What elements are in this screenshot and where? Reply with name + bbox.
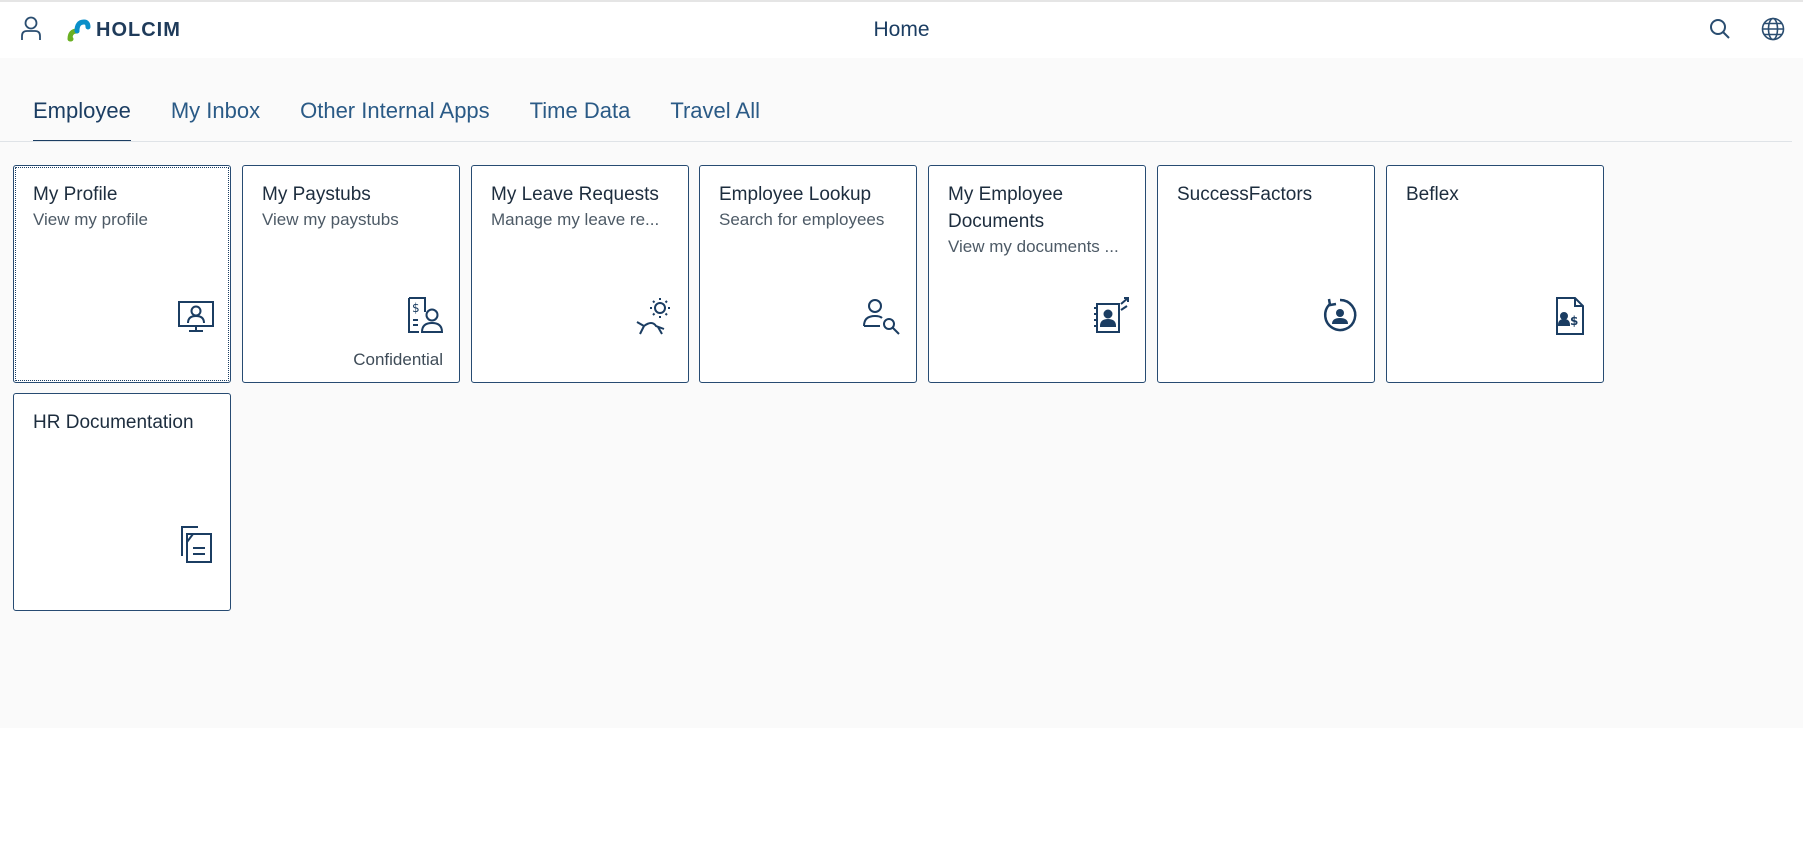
tab-time-data[interactable]: Time Data	[530, 98, 631, 142]
tile-my-profile[interactable]: My Profile View my profile	[13, 165, 231, 383]
globe-icon[interactable]	[1757, 13, 1789, 45]
search-icon[interactable]	[1704, 13, 1736, 45]
tile-employee-lookup[interactable]: Employee Lookup Search for employees	[699, 165, 917, 383]
tile-subtitle: View my paystubs	[262, 210, 399, 229]
tile-title-text: HR Documentation	[33, 412, 194, 433]
shell-bar: HOLCIM Home	[0, 2, 1803, 58]
person-search-icon	[863, 299, 900, 335]
tile-my-leave-requests[interactable]: My Leave Requests Manage my leave re...	[471, 165, 689, 383]
tile-beflex[interactable]: Beflex $	[1386, 165, 1604, 383]
tile-title: My Employee Documents View my documents …	[948, 181, 1131, 259]
page-title: Home	[873, 18, 930, 41]
tile-subtitle: Search for employees	[719, 210, 885, 229]
tile-title-text: SuccessFactors	[1177, 184, 1313, 205]
tile-title-text: My Profile	[33, 184, 118, 205]
tab-my-inbox[interactable]: My Inbox	[171, 98, 260, 142]
tab-divider	[0, 141, 1792, 142]
logo-mark-icon	[67, 19, 91, 42]
tile-hr-documentation[interactable]: HR Documentation	[13, 393, 231, 611]
person-dollar-document-icon: $	[1556, 297, 1584, 335]
tab-employee[interactable]: Employee	[33, 98, 131, 142]
tile-my-paystubs[interactable]: My Paystubs View my paystubs $ Confident…	[242, 165, 460, 383]
svg-text:$: $	[1570, 314, 1578, 328]
footer-area	[0, 728, 1803, 867]
tile-title-text: Employee Lookup	[719, 184, 872, 205]
svg-text:$: $	[412, 301, 420, 315]
tile-title-text: Beflex	[1406, 184, 1459, 205]
tile-subtitle: Manage my leave re...	[491, 210, 660, 229]
tile-subtitle: View my documents ...	[948, 237, 1119, 256]
profile-monitor-icon	[178, 301, 214, 332]
tile-title: SuccessFactors	[1177, 181, 1360, 208]
documents-icon	[181, 526, 212, 563]
user-icon[interactable]	[15, 13, 47, 45]
tile-title: HR Documentation	[33, 409, 216, 436]
tile-title-text: My Paystubs	[262, 184, 371, 205]
logo-text: HOLCIM	[96, 18, 181, 41]
sun-lounger-icon	[636, 298, 670, 335]
tile-title: Beflex	[1406, 181, 1589, 208]
tile-title: My Profile View my profile	[33, 181, 216, 232]
tile-subtitle: View my profile	[33, 210, 148, 229]
tab-travel-all[interactable]: Travel All	[670, 98, 760, 142]
tile-footer-confidential: Confidential	[353, 350, 443, 369]
employee-documents-icon	[1094, 297, 1129, 333]
tile-title-text: My Leave Requests	[491, 184, 659, 205]
tile-successfactors[interactable]: SuccessFactors	[1157, 165, 1375, 383]
launchpad-content: Employee My Inbox Other Internal Apps Ti…	[0, 58, 1803, 728]
tile-title: Employee Lookup Search for employees	[719, 181, 902, 232]
tile-title: My Paystubs View my paystubs	[262, 181, 445, 232]
tile-my-employee-documents[interactable]: My Employee Documents View my documents …	[928, 165, 1146, 383]
person-circle-refresh-icon	[1323, 298, 1357, 332]
holcim-logo[interactable]: HOLCIM	[66, 17, 181, 43]
tab-bar: Employee My Inbox Other Internal Apps Ti…	[33, 98, 800, 142]
tab-other-internal-apps[interactable]: Other Internal Apps	[300, 98, 490, 142]
paystub-person-icon: $	[408, 297, 444, 333]
tile-title-text: My Employee Documents	[948, 184, 1064, 232]
tile-title: My Leave Requests Manage my leave re...	[491, 181, 674, 232]
